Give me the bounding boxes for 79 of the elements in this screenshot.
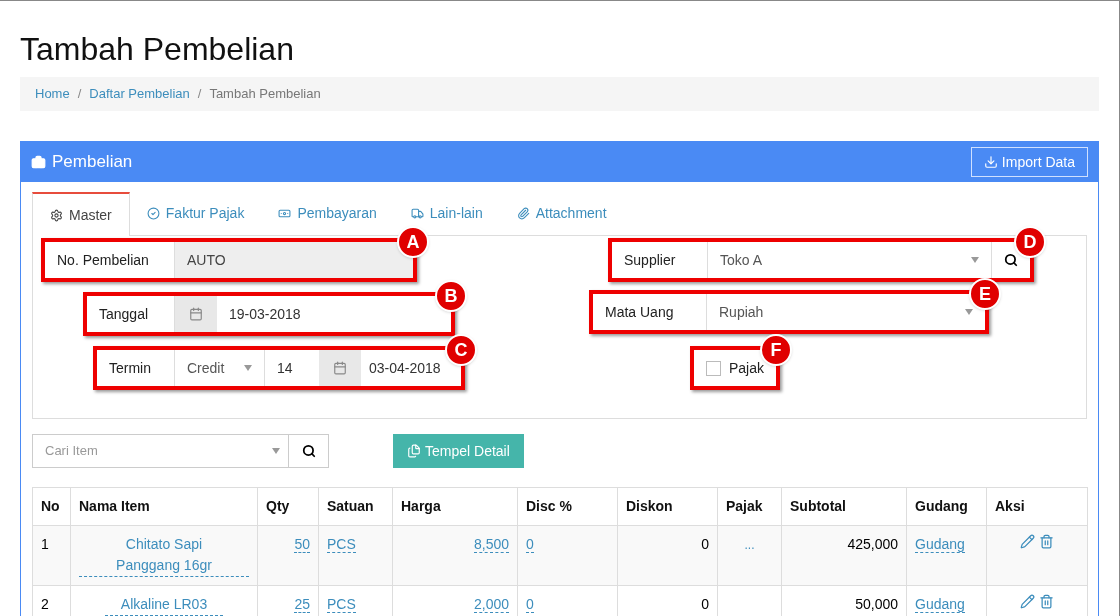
- editable-link[interactable]: 25: [294, 596, 310, 613]
- tax-link[interactable]: ...: [744, 538, 755, 552]
- calendar-addon[interactable]: [175, 296, 217, 332]
- editable-link[interactable]: 50: [294, 536, 310, 553]
- callout-badge: D: [1014, 226, 1046, 258]
- field-label: Tanggal: [87, 296, 175, 332]
- tab-icon: [516, 207, 530, 220]
- table-cell: 0: [701, 536, 709, 552]
- column-header: Gudang: [906, 487, 987, 526]
- column-header: Disc %: [517, 487, 618, 526]
- tab-icon: [146, 207, 160, 220]
- table-cell: 425,000: [847, 536, 898, 552]
- caret-icon: [244, 365, 252, 371]
- table-cell: 1: [41, 536, 49, 552]
- table-cell: 0: [701, 596, 709, 612]
- search-icon: [1004, 253, 1018, 267]
- field-label: No. Pembelian: [45, 242, 175, 278]
- column-header: Harga: [392, 487, 518, 526]
- caret-icon: [272, 448, 280, 454]
- breadcrumb-separator: /: [77, 85, 82, 104]
- column-header: Aksi: [986, 487, 1088, 526]
- field-label: Mata Uang: [593, 294, 707, 330]
- paste-detail-button[interactable]: Tempel Detail: [393, 434, 524, 468]
- field-label: Termin: [97, 350, 175, 386]
- calendar-icon: [189, 307, 203, 321]
- column-header: Satuan: [318, 487, 393, 526]
- tab-icon: [278, 207, 292, 220]
- caret-icon: [965, 309, 973, 315]
- edit-icon[interactable]: [1020, 534, 1035, 549]
- callout-badge: B: [435, 280, 467, 312]
- table-cell: 50,000: [855, 596, 898, 612]
- search-icon: [301, 444, 316, 458]
- panel-title: Pembelian: [52, 151, 133, 174]
- column-header: Diskon: [617, 487, 718, 526]
- column-header: Subtotal: [781, 487, 907, 526]
- callout-badge: F: [760, 334, 792, 366]
- column-header: Pajak: [717, 487, 782, 526]
- column-header: Nama Item: [70, 487, 258, 526]
- editable-link[interactable]: Gudang: [915, 536, 965, 553]
- briefcase-icon: [31, 154, 46, 170]
- editable-link[interactable]: PCS: [327, 536, 356, 553]
- days-field[interactable]: 14: [265, 350, 319, 386]
- termin-select[interactable]: Credit: [175, 350, 265, 386]
- item-search-field[interactable]: Cari Item: [33, 435, 264, 467]
- caret-icon: [971, 257, 979, 263]
- import-button[interactable]: Import Data: [970, 147, 1088, 177]
- breadcrumb-link[interactable]: Home: [35, 84, 70, 104]
- tab[interactable]: Faktur Pajak: [129, 192, 262, 235]
- delete-icon[interactable]: [1039, 534, 1054, 549]
- field-label: Supplier: [612, 242, 708, 278]
- editable-link[interactable]: 0: [526, 596, 534, 613]
- callout-badge: C: [445, 334, 477, 366]
- checkbox[interactable]: [706, 360, 721, 376]
- editable-link[interactable]: 0: [526, 536, 534, 553]
- tab[interactable]: Pembayaran: [261, 192, 394, 235]
- files-icon: [407, 444, 421, 458]
- callout-badge: E: [969, 278, 1001, 310]
- column-header: No: [32, 487, 71, 526]
- tab[interactable]: Master: [32, 192, 130, 236]
- editable-link[interactable]: 2,000: [473, 596, 509, 613]
- supplier-select[interactable]: Toko A: [708, 242, 992, 278]
- breadcrumb-separator: /: [197, 85, 202, 104]
- page-title: Tambah Pembelian: [20, 33, 295, 65]
- search-button[interactable]: [289, 434, 329, 468]
- delete-icon[interactable]: [1039, 594, 1054, 609]
- table-cell: 2: [41, 596, 49, 612]
- column-header: Qty: [257, 487, 319, 526]
- breadcrumb-current: Tambah Pembelian: [209, 85, 321, 104]
- callout-badge: A: [397, 226, 429, 258]
- breadcrumb-link[interactable]: Daftar Pembelian: [89, 84, 190, 104]
- calendar-icon: [333, 361, 347, 375]
- item-search-select[interactable]: Cari Item: [32, 434, 289, 468]
- calendar-addon[interactable]: [319, 350, 361, 386]
- tab-icon: [410, 207, 424, 220]
- edit-icon[interactable]: [1020, 594, 1035, 609]
- editable-link[interactable]: 8,500: [473, 536, 509, 553]
- tab[interactable]: Attachment: [499, 192, 624, 235]
- download-icon: [983, 155, 998, 169]
- tab-icon: [50, 208, 63, 222]
